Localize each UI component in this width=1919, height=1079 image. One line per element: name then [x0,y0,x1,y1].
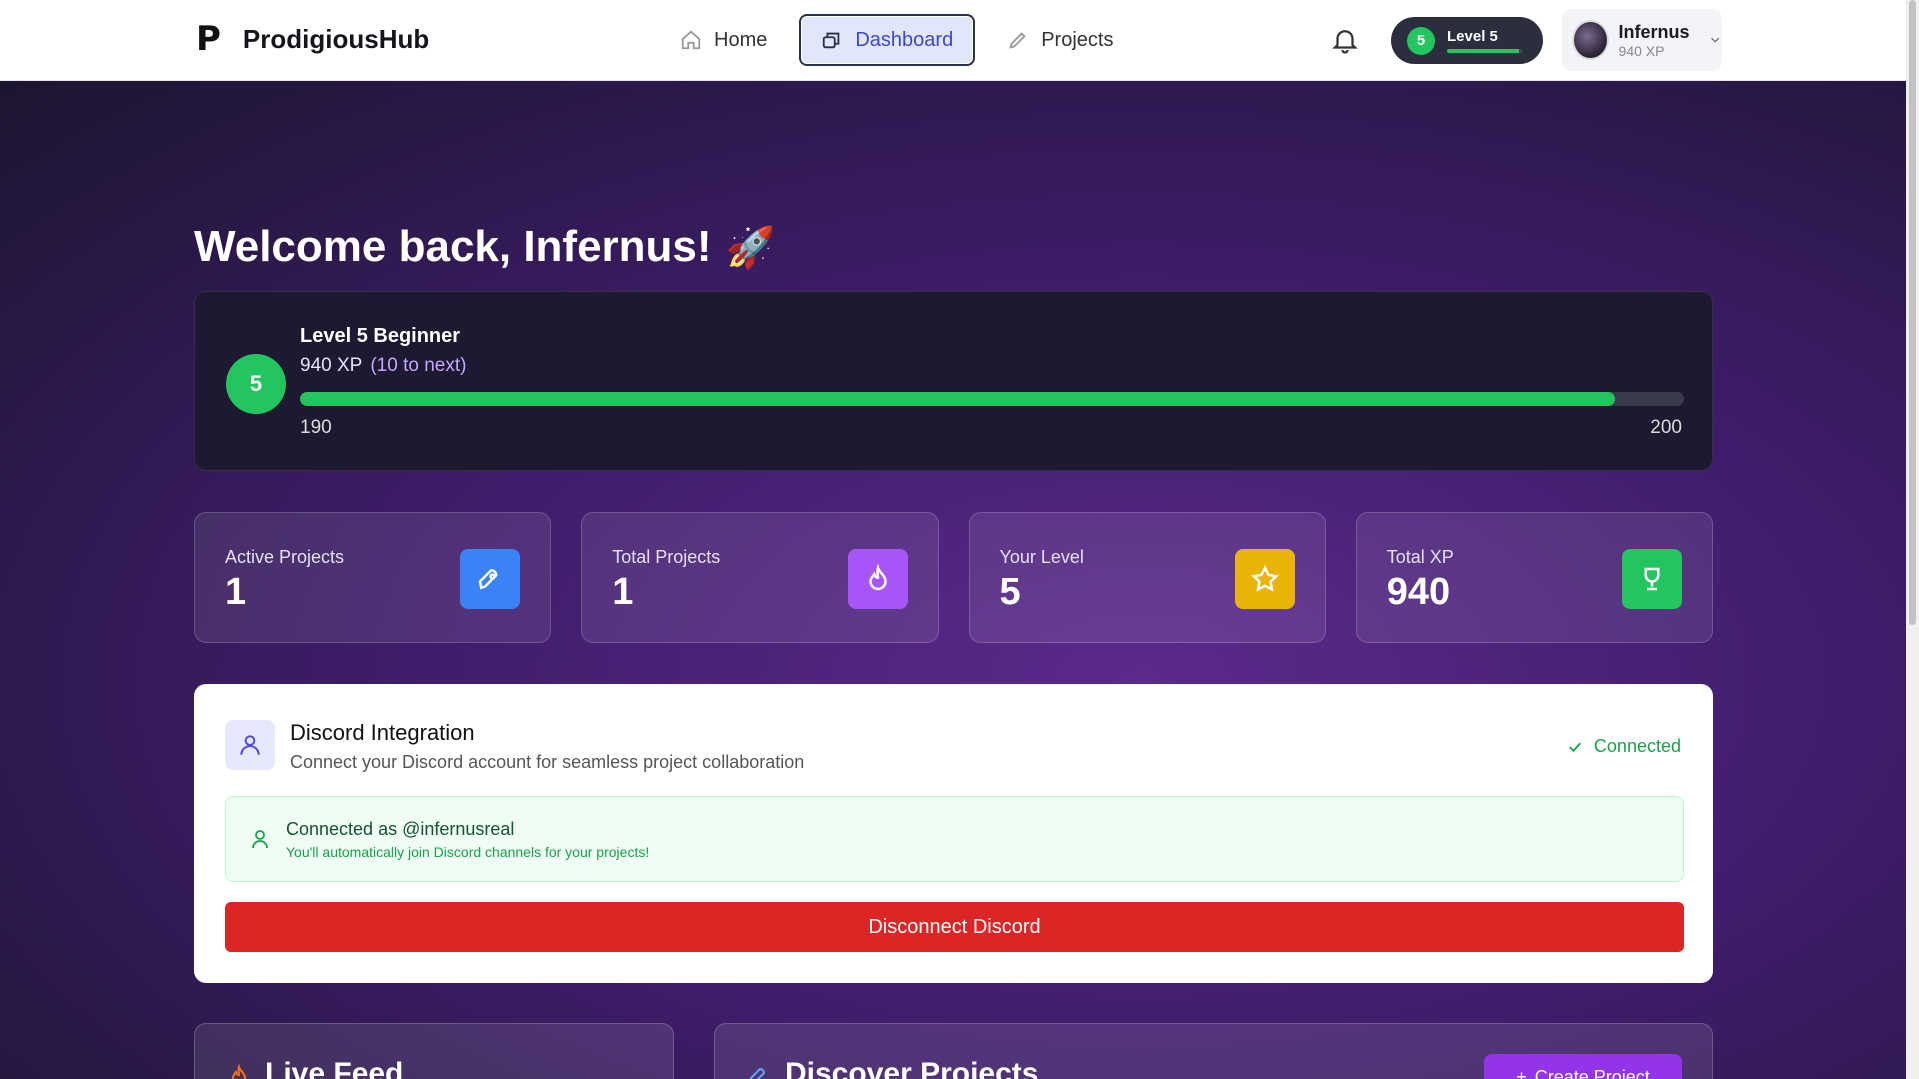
level-progress-fill [300,392,1615,406]
brand[interactable]: P ProdigiousHub [196,22,429,56]
discord-title: Discord Integration [290,720,475,745]
stat-label: Total Projects [612,547,721,567]
nav-dashboard[interactable]: Dashboard [799,14,976,66]
discover-projects-card: Discover Projects + Create Project [714,1023,1713,1079]
discover-projects-title: Discover Projects [785,1057,1039,1079]
dashboard-icon [823,32,840,49]
discord-connected-note: You'll automatically join Discord channe… [286,844,650,860]
level-title: Level 5 Beginner [300,325,461,347]
discord-connected-as: Connected as @infernusreal [286,819,515,839]
stat-card-total-xp: Total XP 940 [1355,512,1713,643]
discord-status-label: Connected [1593,736,1681,756]
nav-projects[interactable]: Projects [987,14,1133,66]
nav-dashboard-label: Dashboard [855,28,954,51]
stat-label: Total XP [1386,547,1454,567]
level-pill-bar [1447,49,1523,53]
bell-icon[interactable] [1330,25,1360,55]
chevron-down-icon [1710,37,1719,43]
stat-card-active-projects: Active Projects 1 [194,512,552,643]
home-icon [681,30,701,50]
stat-value: 1 [225,571,247,613]
disconnect-discord-button[interactable]: Disconnect Discord [225,902,1684,952]
user-icon [225,720,275,770]
user-name: Infernus [1618,21,1690,42]
level-pill-badge: 5 [1407,26,1435,55]
trophy-icon [1622,549,1682,609]
avatar [1572,20,1609,60]
live-feed-title: Live Feed [265,1057,404,1079]
stats-row: Active Projects 1 Total Projects 1 Your … [194,512,1713,643]
level-max: 200 [1650,417,1682,438]
nav-home-label: Home [714,28,768,51]
welcome-text: Welcome back, Infernus! [194,222,712,271]
stat-card-total-projects: Total Projects 1 [581,512,939,643]
flame-icon [847,549,908,609]
stat-label: Active Projects [225,547,345,567]
discord-status: Connected [1566,736,1681,757]
rocket-icon [460,549,521,609]
user-menu[interactable]: Infernus 940 XP [1562,9,1722,71]
create-project-button[interactable]: + Create Project [1484,1054,1682,1079]
top-navbar: P ProdigiousHub Home Dashboard Projects … [0,0,1906,81]
user-xp: 940 XP [1618,42,1665,59]
level-xp-value: 940 XP [300,355,363,376]
main-nav: Home Dashboard Projects [660,14,1133,66]
nav-projects-label: Projects [1041,28,1114,51]
level-progress-bar [300,392,1684,406]
stat-card-your-level: Your Level 5 [968,512,1326,643]
level-min: 190 [300,417,332,438]
level-pill[interactable]: 5 Level 5 [1391,17,1543,64]
stat-value: 5 [999,571,1021,613]
discord-integration-card: Discord Integration Connect your Discord… [194,684,1713,983]
brand-logo: P [196,19,221,59]
stat-value: 940 [1386,571,1451,613]
check-icon [1569,742,1581,752]
level-pill-fill [1447,49,1520,53]
stat-label: Your Level [999,547,1084,567]
brand-name: ProdigiousHub [242,23,430,54]
pencil-icon [1009,32,1026,49]
rocket-emoji: 🚀 [725,226,776,270]
page-title: Welcome back, Infernus! 🚀 [194,222,775,272]
level-xp: 940 XP (10 to next) [300,355,466,377]
rocket-icon [749,1067,766,1079]
level-badge: 5 [226,354,286,414]
stat-value: 1 [612,571,634,613]
plus-icon: + [1516,1066,1527,1079]
create-project-label: Create Project [1534,1066,1650,1079]
live-feed-card: Live Feed [194,1023,674,1079]
scrollbar-thumb[interactable] [1909,0,1916,625]
user-icon [252,830,268,849]
level-pill-label: Level 5 [1447,28,1498,45]
nav-home[interactable]: Home [660,14,787,66]
level-progress-card: 5 Level 5 Beginner 940 XP (10 to next) 19… [194,291,1713,471]
discord-subtitle: Connect your Discord account for seamles… [290,752,805,772]
star-icon [1234,549,1295,609]
discord-connected-banner: Connected as @infernusreal You'll automa… [225,796,1684,882]
level-to-next: (10 to next) [370,355,467,376]
flame-icon [231,1064,247,1079]
